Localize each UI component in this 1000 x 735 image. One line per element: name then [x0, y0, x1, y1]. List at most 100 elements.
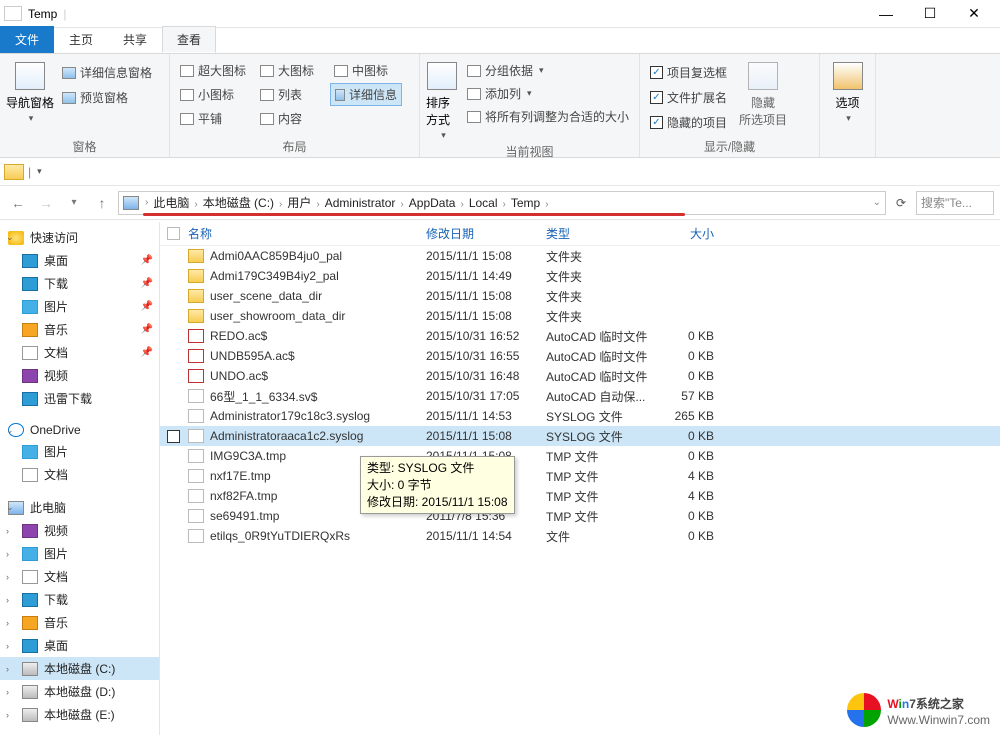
view-medium[interactable]: 中图标 — [330, 60, 402, 81]
column-type[interactable]: 类型 — [546, 225, 656, 242]
folder-icon[interactable] — [4, 164, 24, 180]
sidebar-item-edrive[interactable]: ›本地磁盘 (E:) — [0, 703, 159, 726]
file-row[interactable]: REDO.ac$2015/10/31 16:52AutoCAD 临时文件0 KB — [160, 326, 1000, 346]
expand-icon[interactable]: › — [6, 710, 9, 720]
expand-icon[interactable]: ⌄ — [6, 232, 14, 243]
file-list[interactable]: 名称 修改日期 类型 大小 Admi0AAC859B4ju0_pal2015/1… — [160, 222, 1000, 735]
file-row[interactable]: se69491.tmp2011/7/8 15:36TMP 文件0 KB — [160, 506, 1000, 526]
file-row[interactable]: Administrator179c18c3.syslog2015/11/1 14… — [160, 406, 1000, 426]
sidebar-quick-access[interactable]: ⌄快速访问 — [0, 226, 159, 249]
sidebar-item-desktop2[interactable]: ›桌面 — [0, 634, 159, 657]
sort-by-button[interactable]: 排序方式 ▾ — [426, 58, 459, 141]
expand-icon[interactable]: › — [6, 595, 9, 605]
nav-pane[interactable]: ⌄快速访问 桌面📌 下载📌 图片📌 音乐📌 文档📌 视频 迅雷下载 ⌄OneDr… — [0, 222, 160, 735]
address-bar[interactable]: › 此电脑›本地磁盘 (C:)›用户›Administrator›AppData… — [118, 191, 886, 215]
view-content[interactable]: 内容 — [256, 108, 328, 129]
item-checkboxes-toggle[interactable]: ✓项目复选框 — [646, 62, 731, 83]
group-by-button[interactable]: 分组依据▾ — [463, 60, 633, 81]
chevron-right-icon[interactable]: › — [314, 199, 321, 210]
chevron-down-icon[interactable]: ▾ — [37, 166, 42, 177]
file-row[interactable]: UNDO.ac$2015/10/31 16:48AutoCAD 临时文件0 KB — [160, 366, 1000, 386]
file-ext-toggle[interactable]: ✓文件扩展名 — [646, 87, 731, 108]
breadcrumb-item[interactable]: 本地磁盘 (C:) — [200, 196, 277, 210]
sidebar-item-videos2[interactable]: ›视频 — [0, 519, 159, 542]
file-row[interactable]: Admi0AAC859B4ju0_pal2015/11/1 15:08文件夹 — [160, 246, 1000, 266]
forward-button[interactable]: → — [34, 191, 58, 215]
add-column-button[interactable]: 添加列▾ — [463, 83, 633, 104]
tab-share[interactable]: 共享 — [108, 26, 162, 53]
sidebar-item-downloads2[interactable]: ›下载 — [0, 588, 159, 611]
chevron-right-icon[interactable]: › — [143, 197, 150, 208]
select-all-checkbox[interactable] — [160, 227, 186, 240]
column-date[interactable]: 修改日期 — [426, 225, 546, 242]
chevron-right-icon[interactable]: › — [501, 199, 508, 210]
sidebar-onedrive[interactable]: ⌄OneDrive — [0, 420, 159, 440]
hide-selected-button[interactable]: 隐藏 所选项目 — [739, 58, 787, 136]
file-row[interactable]: nxf82FA.tmp2015/11/1 15:08TMP 文件4 KB — [160, 486, 1000, 506]
file-row[interactable]: Administratoraaca1c2.syslog2015/11/1 15:… — [160, 426, 1000, 446]
sidebar-item-desktop[interactable]: 桌面📌 — [0, 249, 159, 272]
options-button[interactable]: 选项 ▾ — [826, 58, 869, 157]
refresh-button[interactable]: ⟳ — [890, 192, 912, 214]
breadcrumb-item[interactable]: AppData — [406, 196, 459, 210]
breadcrumb-item[interactable]: Administrator — [322, 196, 399, 210]
sidebar-item-documents3[interactable]: ›文档 — [0, 565, 159, 588]
up-button[interactable]: ↑ — [90, 191, 114, 215]
expand-icon[interactable]: › — [6, 526, 9, 536]
column-name[interactable]: 名称 — [186, 225, 426, 242]
breadcrumb-item[interactable]: Local — [466, 196, 501, 210]
chevron-right-icon[interactable]: › — [543, 199, 550, 210]
sidebar-item-videos[interactable]: 视频 — [0, 364, 159, 387]
chevron-right-icon[interactable]: › — [398, 199, 405, 210]
sidebar-item-music[interactable]: 音乐📌 — [0, 318, 159, 341]
view-tiles[interactable]: 平铺 — [176, 108, 254, 129]
breadcrumb-item[interactable]: 用户 — [284, 196, 314, 210]
sidebar-item-cdrive[interactable]: ›本地磁盘 (C:) — [0, 657, 159, 680]
sidebar-item-onedrive-pictures[interactable]: 图片 — [0, 440, 159, 463]
file-row[interactable]: user_scene_data_dir2015/11/1 15:08文件夹 — [160, 286, 1000, 306]
expand-icon[interactable]: › — [6, 687, 9, 697]
view-extra-large[interactable]: 超大图标 — [176, 60, 254, 81]
sidebar-item-downloads[interactable]: 下载📌 — [0, 272, 159, 295]
nav-pane-button[interactable]: 导航窗格 ▾ — [6, 58, 54, 136]
file-row[interactable]: 66型_1_1_6334.sv$2015/10/31 17:05AutoCAD … — [160, 386, 1000, 406]
back-button[interactable]: ← — [6, 191, 30, 215]
file-row[interactable]: Admi179C349B4iy2_pal2015/11/1 14:49文件夹 — [160, 266, 1000, 286]
sidebar-item-pictures3[interactable]: ›图片 — [0, 542, 159, 565]
details-pane-button[interactable]: 详细信息窗格 — [58, 62, 156, 83]
breadcrumb[interactable]: 此电脑›本地磁盘 (C:)›用户›Administrator›AppData›L… — [150, 194, 550, 211]
file-row[interactable]: user_showroom_data_dir2015/11/1 15:08文件夹 — [160, 306, 1000, 326]
sidebar-item-documents[interactable]: 文档📌 — [0, 341, 159, 364]
maximize-button[interactable]: ☐ — [908, 0, 952, 28]
expand-icon[interactable]: ⌄ — [6, 425, 14, 436]
tab-file[interactable]: 文件 — [0, 26, 54, 53]
sidebar-item-onedrive-docs[interactable]: 文档 — [0, 463, 159, 486]
view-small[interactable]: 小图标 — [176, 83, 254, 106]
view-large[interactable]: 大图标 — [256, 60, 328, 81]
sidebar-this-pc[interactable]: ⌄此电脑 — [0, 496, 159, 519]
hidden-items-toggle[interactable]: ✓隐藏的项目 — [646, 112, 731, 133]
file-row[interactable]: nxf17E.tmp2015/11/1 15:08TMP 文件4 KB — [160, 466, 1000, 486]
expand-icon[interactable]: › — [6, 549, 9, 559]
tab-home[interactable]: 主页 — [54, 26, 108, 53]
column-size[interactable]: 大小 — [656, 225, 726, 242]
chevron-down-icon[interactable]: ⌄ — [873, 197, 881, 208]
size-all-columns-button[interactable]: 将所有列调整为合适的大小 — [463, 106, 633, 127]
chevron-right-icon[interactable]: › — [458, 199, 465, 210]
row-checkbox[interactable] — [160, 430, 186, 443]
minimize-button[interactable]: — — [864, 0, 908, 28]
expand-icon[interactable]: › — [6, 618, 9, 628]
file-row[interactable]: UNDB595A.ac$2015/10/31 16:55AutoCAD 临时文件… — [160, 346, 1000, 366]
close-button[interactable]: ✕ — [952, 0, 996, 28]
breadcrumb-item[interactable]: Temp — [508, 196, 543, 210]
preview-pane-button[interactable]: 预览窗格 — [58, 87, 156, 108]
expand-icon[interactable]: › — [6, 641, 9, 651]
tab-view[interactable]: 查看 — [162, 26, 216, 53]
recent-locations-button[interactable]: ▾ — [62, 191, 86, 215]
search-input[interactable]: 搜索"Te... — [916, 191, 994, 215]
sidebar-item-xunlei[interactable]: 迅雷下载 — [0, 387, 159, 410]
view-details[interactable]: 详细信息 — [330, 83, 402, 106]
sidebar-item-ddrive[interactable]: ›本地磁盘 (D:) — [0, 680, 159, 703]
expand-icon[interactable]: ⌄ — [6, 502, 14, 513]
chevron-right-icon[interactable]: › — [192, 199, 199, 210]
